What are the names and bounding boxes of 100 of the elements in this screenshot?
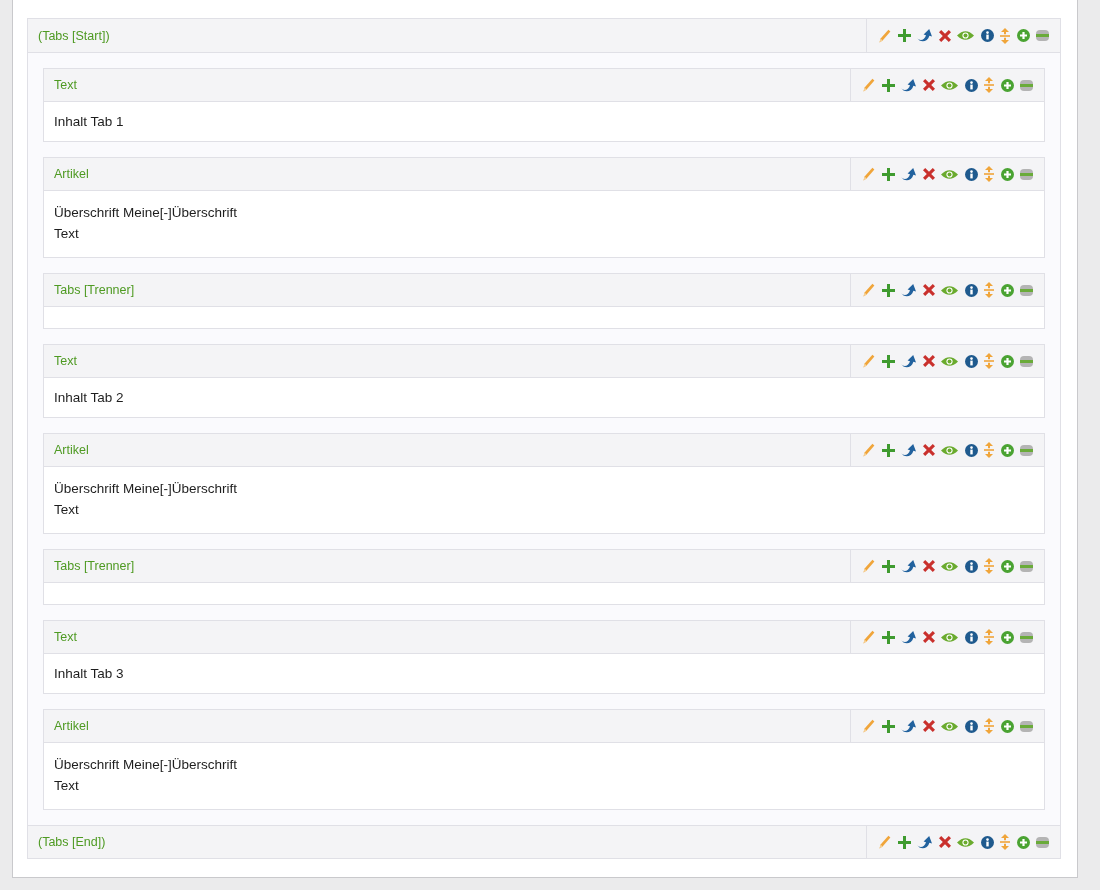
up-down-arrow-icon[interactable] [984,353,994,369]
pencil-icon[interactable] [863,559,875,573]
eye-icon[interactable] [941,631,958,643]
minus-pill-icon[interactable] [1020,444,1033,456]
body-text: Überschrift Meine[-]Überschrift [54,480,239,498]
pencil-icon[interactable] [863,167,875,181]
plus-icon[interactable] [881,559,895,573]
block-title: Text [53,629,78,646]
cross-icon[interactable] [938,836,951,848]
plus-icon[interactable] [881,167,895,181]
info-icon[interactable] [980,29,994,42]
info-icon[interactable] [964,559,978,573]
plus-circle-icon[interactable] [1000,719,1014,733]
minus-pill-icon[interactable] [1020,560,1033,572]
up-down-arrow-icon[interactable] [984,282,994,298]
curved-arrow-icon[interactable] [901,630,916,644]
curved-arrow-icon[interactable] [901,167,916,181]
minus-pill-icon[interactable] [1036,30,1049,41]
body-text: Inhalt Tab 2 [54,389,125,407]
up-down-arrow-icon[interactable] [984,629,994,645]
pencil-icon[interactable] [863,443,875,457]
plus-circle-icon[interactable] [1000,559,1014,573]
eye-icon[interactable] [941,444,958,456]
curved-arrow-icon[interactable] [901,719,916,733]
plus-icon[interactable] [881,78,895,92]
minus-pill-icon[interactable] [1020,720,1033,732]
info-icon[interactable] [964,354,978,368]
info-icon[interactable] [964,167,978,181]
plus-icon[interactable] [881,283,895,297]
up-down-arrow-icon[interactable] [984,442,994,458]
eye-icon[interactable] [941,284,958,296]
eye-icon[interactable] [941,355,958,367]
plus-circle-icon[interactable] [1000,443,1014,457]
body-text: Text [54,777,80,795]
pencil-icon[interactable] [879,28,891,43]
info-icon[interactable] [964,443,978,457]
info-icon[interactable] [964,630,978,644]
pencil-icon[interactable] [863,354,875,368]
info-icon[interactable] [964,78,978,92]
pencil-icon[interactable] [863,719,875,733]
block-title: Text [53,353,78,370]
plus-icon[interactable] [897,29,911,42]
up-down-arrow-icon[interactable] [984,718,994,734]
cross-icon[interactable] [922,444,935,456]
info-icon[interactable] [980,835,994,849]
up-down-arrow-icon[interactable] [984,558,994,574]
cross-icon[interactable] [922,284,935,296]
eye-icon[interactable] [941,720,958,732]
info-icon[interactable] [964,719,978,733]
minus-pill-icon[interactable] [1036,836,1049,848]
plus-icon[interactable] [881,719,895,733]
plus-circle-icon[interactable] [1016,835,1030,849]
plus-circle-icon[interactable] [1000,283,1014,297]
body-text: Inhalt Tab 1 [54,113,125,131]
body-text: Text [54,225,80,243]
minus-pill-icon[interactable] [1020,631,1033,643]
block-title: Tabs [Trenner] [53,282,136,299]
cross-icon[interactable] [922,631,935,643]
plus-circle-icon[interactable] [1000,78,1014,92]
pencil-icon[interactable] [863,78,875,92]
eye-icon[interactable] [941,168,958,180]
plus-circle-icon[interactable] [1016,29,1030,42]
plus-circle-icon[interactable] [1000,630,1014,644]
curved-arrow-icon[interactable] [901,443,916,457]
curved-arrow-icon[interactable] [917,29,932,42]
plus-circle-icon[interactable] [1000,167,1014,181]
curved-arrow-icon[interactable] [901,78,916,92]
curved-arrow-icon[interactable] [901,354,916,368]
plus-circle-icon[interactable] [1000,354,1014,368]
curved-arrow-icon[interactable] [917,835,932,849]
curved-arrow-icon[interactable] [901,283,916,297]
body-text: Überschrift Meine[-]Überschrift [54,756,239,774]
up-down-arrow-icon[interactable] [984,77,994,93]
curved-arrow-icon[interactable] [901,559,916,573]
minus-pill-icon[interactable] [1020,79,1033,91]
cross-icon[interactable] [922,720,935,732]
pencil-icon[interactable] [863,630,875,644]
eye-icon[interactable] [941,560,958,572]
info-icon[interactable] [964,283,978,297]
block-title: (Tabs [End]) [37,834,107,851]
eye-icon[interactable] [941,79,958,91]
plus-icon[interactable] [881,354,895,368]
plus-icon[interactable] [881,630,895,644]
plus-icon[interactable] [897,835,911,849]
cross-icon[interactable] [922,79,935,91]
plus-icon[interactable] [881,443,895,457]
eye-icon[interactable] [957,836,974,848]
cross-icon[interactable] [938,29,951,42]
up-down-arrow-icon[interactable] [1000,834,1010,850]
minus-pill-icon[interactable] [1020,168,1033,180]
cross-icon[interactable] [922,560,935,572]
pencil-icon[interactable] [863,283,875,297]
cross-icon[interactable] [922,168,935,180]
minus-pill-icon[interactable] [1020,355,1033,367]
pencil-icon[interactable] [879,835,891,849]
up-down-arrow-icon[interactable] [1000,27,1010,44]
minus-pill-icon[interactable] [1020,284,1033,296]
cross-icon[interactable] [922,355,935,367]
eye-icon[interactable] [957,30,974,41]
up-down-arrow-icon[interactable] [984,166,994,182]
